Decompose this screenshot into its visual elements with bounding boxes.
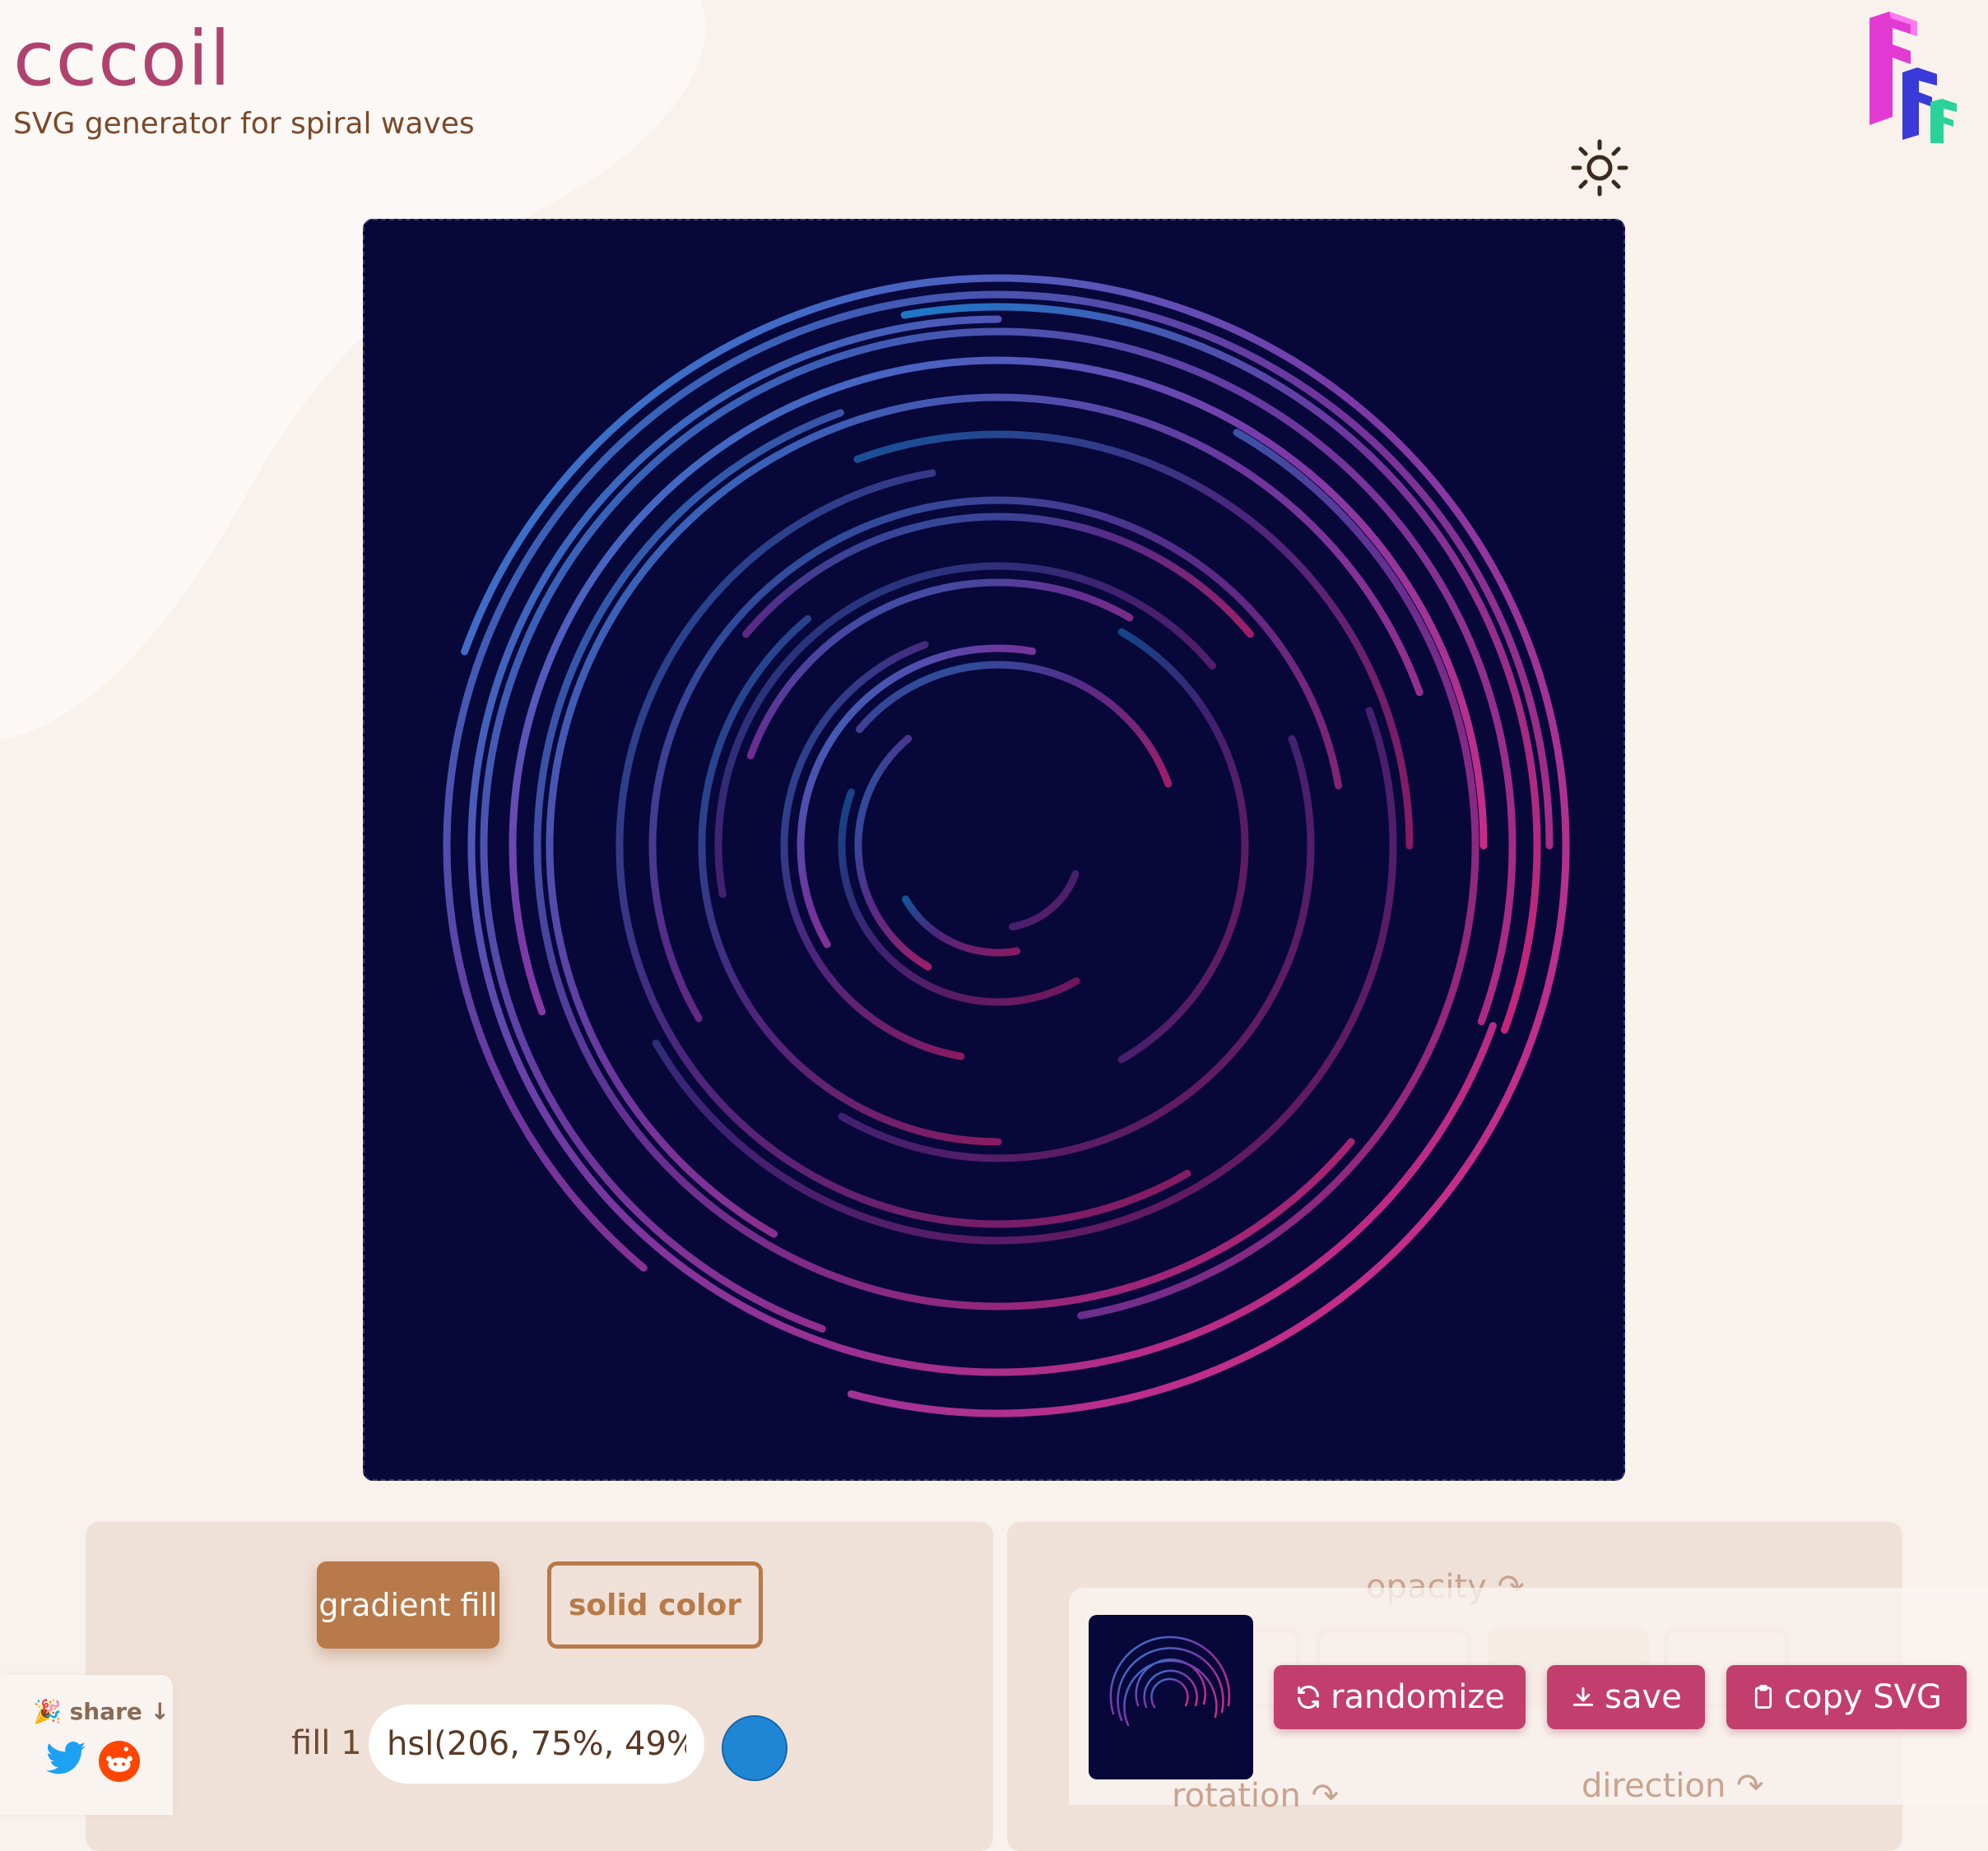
fill1-input[interactable] [369,1705,704,1784]
rotation-label: rotation ↷ [1172,1777,1340,1815]
randomize-label: randomize [1331,1678,1505,1716]
fill-panel [86,1522,993,1851]
thumbnail-svg [1109,1635,1231,1727]
twitter-icon[interactable] [46,1741,87,1779]
spiral-arc [1077,429,1479,1320]
spiral-arc [742,513,1254,638]
spiral-svg [443,274,1570,1417]
save-label: save [1605,1678,1682,1716]
spiral-arc [797,644,1037,949]
fill1-color-swatch[interactable] [722,1715,787,1781]
randomize-button[interactable]: randomize [1274,1665,1526,1729]
copy-svg-label: copy SVG [1784,1678,1942,1716]
copy-svg-button[interactable]: copy SVG [1726,1665,1967,1729]
app-title: cccoil [13,15,232,103]
app-subtitle: SVG generator for spiral waves [13,107,475,141]
fill1-label: fill 1 [291,1724,362,1762]
solid-color-button[interactable]: solid color [547,1561,763,1649]
spiral-arc [780,641,965,1060]
gradient-fill-button[interactable]: gradient fill [317,1561,499,1649]
direction-label: direction ↷ [1582,1767,1764,1805]
spiral-arc [698,615,1002,1146]
sun-icon[interactable] [1570,138,1629,197]
save-button[interactable]: save [1547,1665,1705,1729]
spiral-thumbnail[interactable] [1089,1615,1253,1779]
clipboard-icon [1754,1685,1772,1709]
spiral-arc [746,578,1134,760]
spiral-arc [648,496,1343,1023]
spiral-arc [467,315,1497,1376]
spiral-arc [838,788,1080,1006]
share-label: 🎉 share ↓ [33,1698,170,1725]
spiral-arc [1117,628,1249,1064]
spiral-arc [855,661,1173,788]
spiral-arc [901,895,1021,957]
reddit-icon[interactable] [99,1741,140,1782]
fff-logo-icon[interactable] [1866,12,1965,143]
spiral-canvas [363,219,1625,1481]
spiral-arc [480,327,1517,1333]
refresh-icon [1298,1685,1319,1710]
download-icon [1573,1686,1594,1706]
spiral-arc [1008,870,1080,930]
